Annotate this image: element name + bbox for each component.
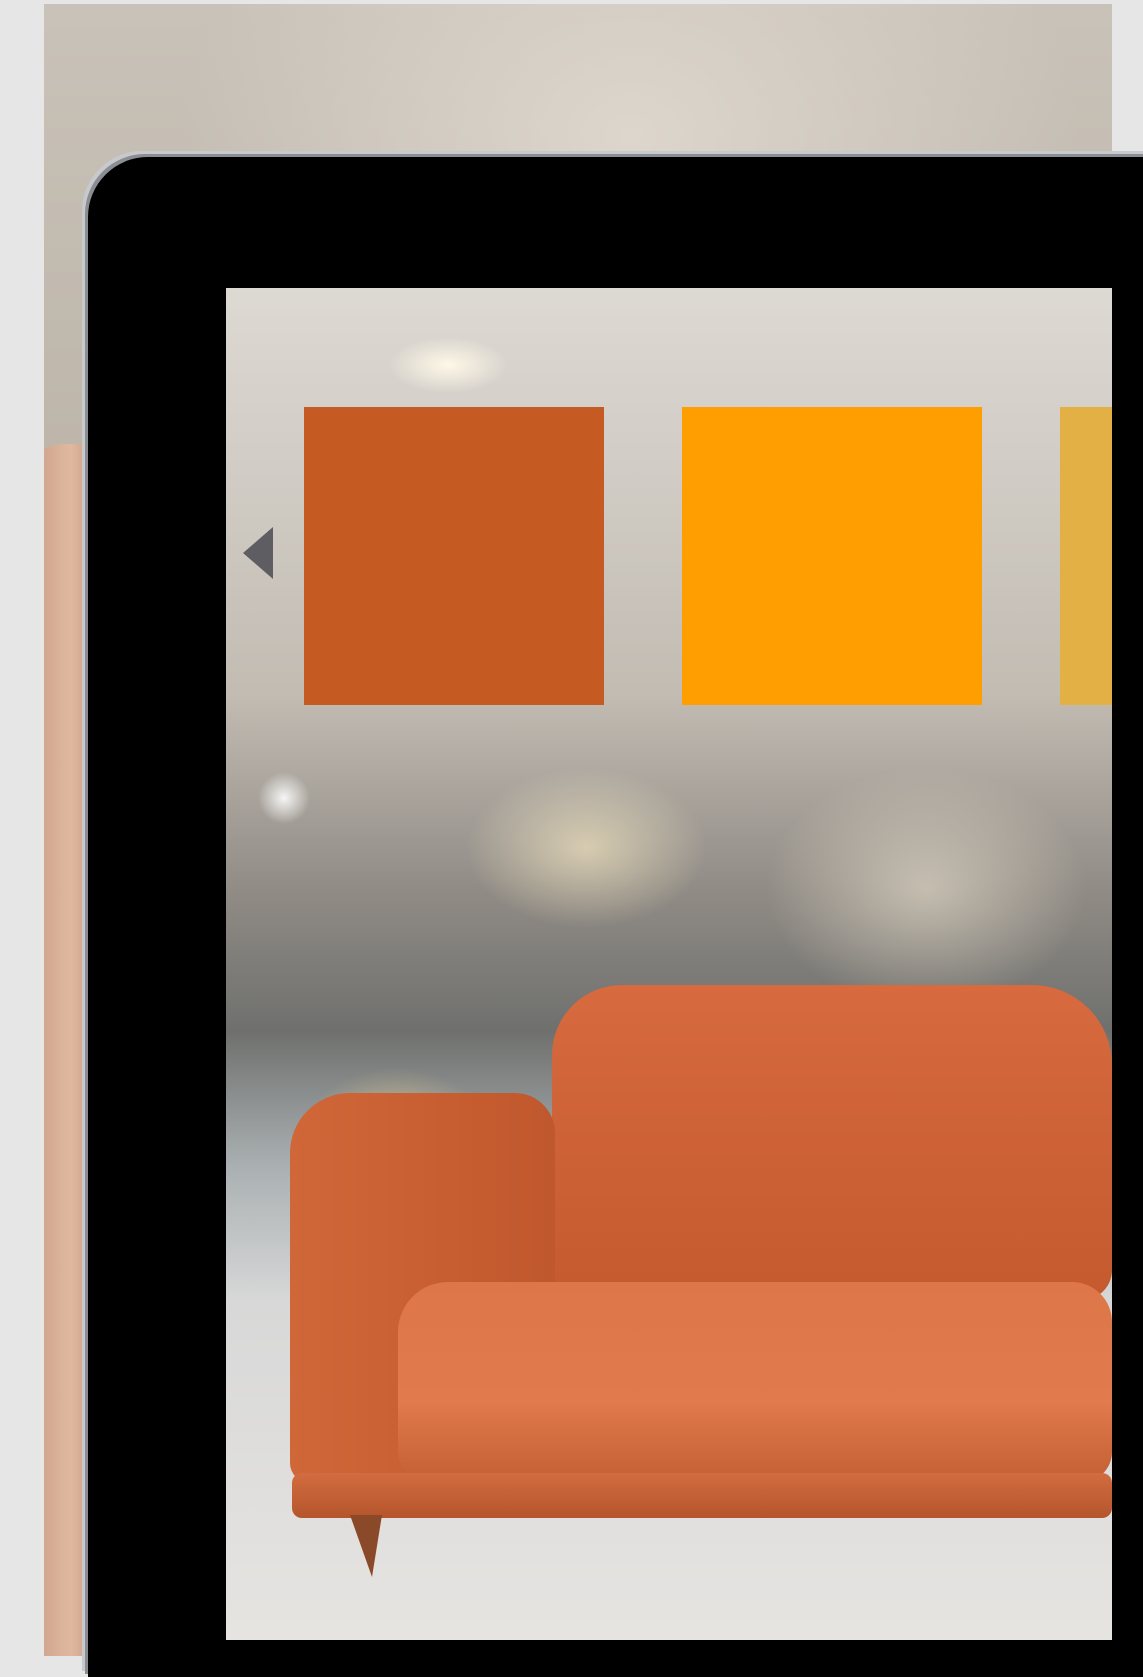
sofa-3d-model[interactable] [290,985,1112,1595]
sofa-base [292,1473,1112,1518]
sofa-leg [350,1515,382,1577]
color-swatch-orange[interactable] [682,407,982,705]
sofa-seat-cushion [398,1282,1112,1482]
color-swatch-burnt-orange[interactable] [304,407,604,705]
color-swatch-mustard[interactable] [1060,407,1112,705]
previous-color-arrow-icon[interactable] [243,527,273,579]
sofa-backrest [552,985,1112,1300]
